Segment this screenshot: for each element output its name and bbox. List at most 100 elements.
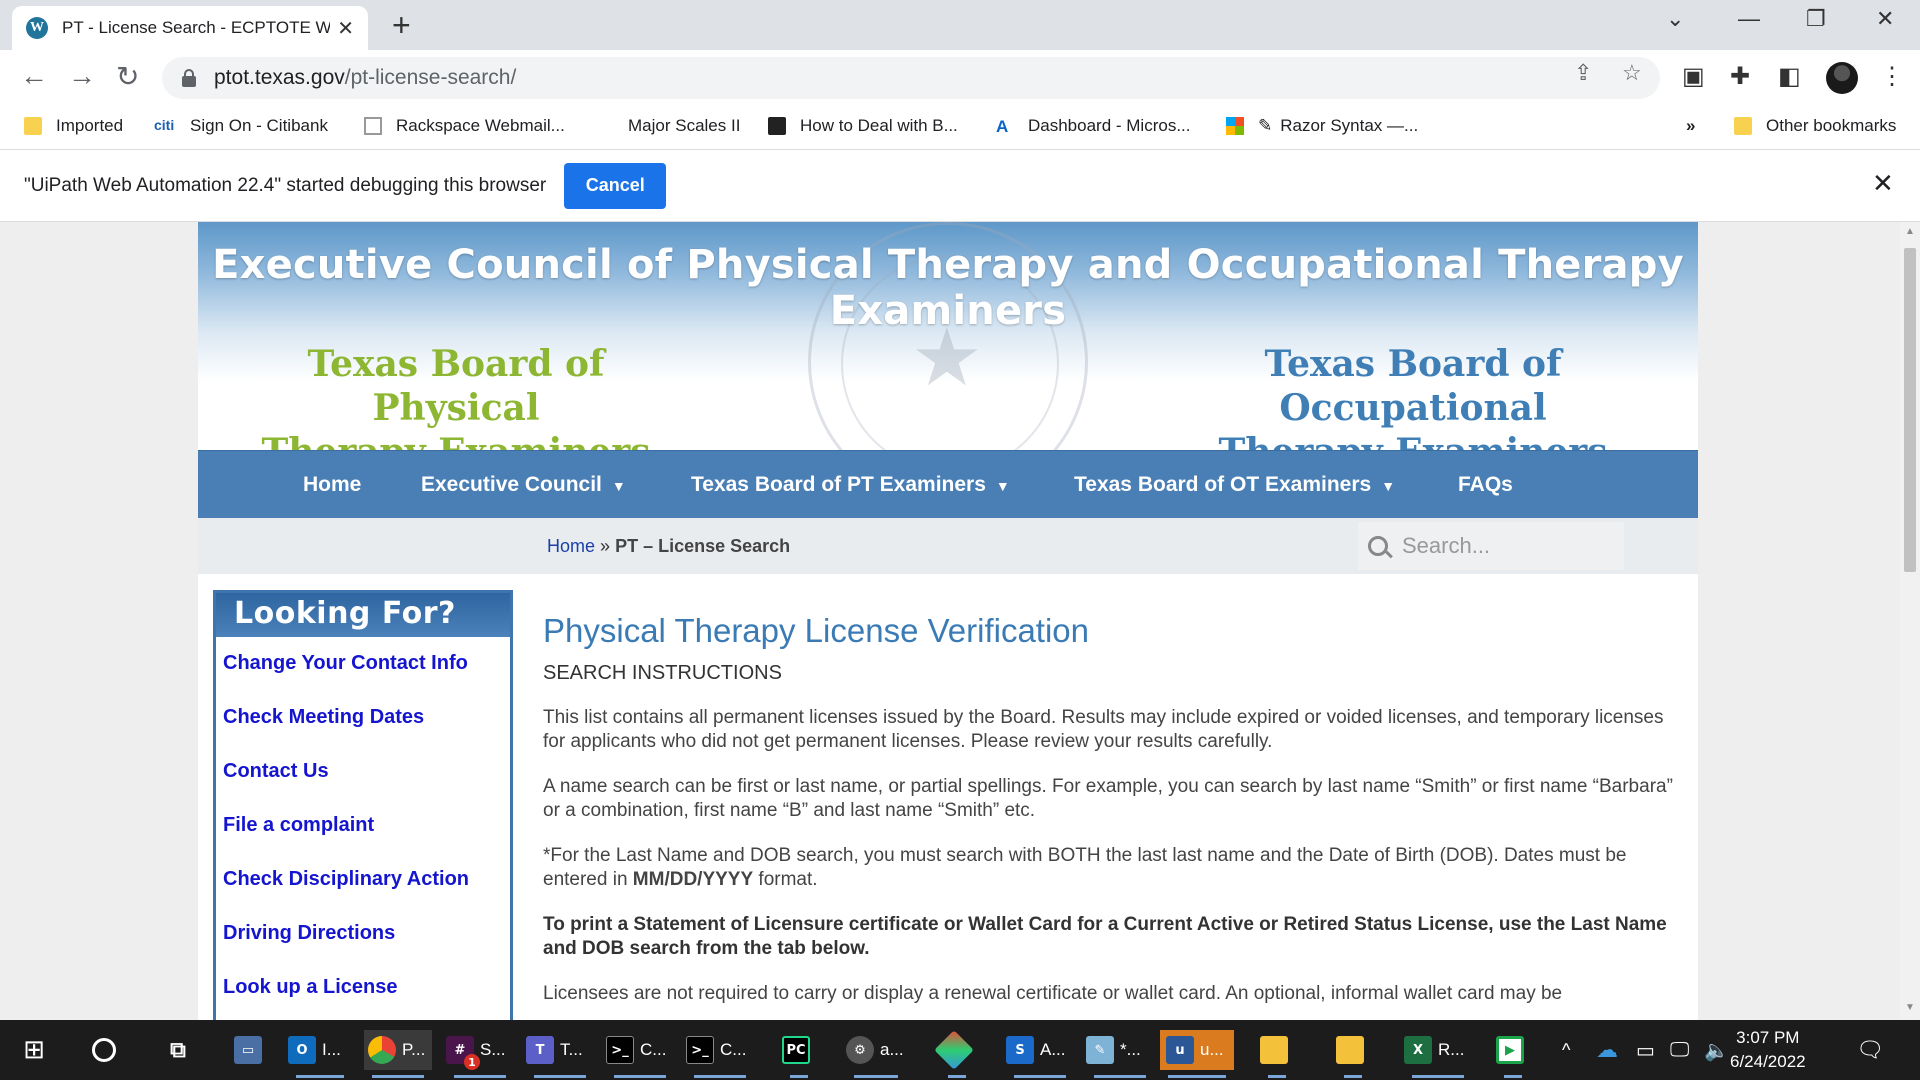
taskbar-app-diamond[interactable] [934,1030,974,1078]
close-tab-icon[interactable]: ✕ [337,16,354,41]
lock-icon[interactable] [182,69,196,87]
bookmark-citibank[interactable]: citi Sign On - Citibank [154,116,328,136]
bookmarks-bar: Imported citi Sign On - Citibank Rackspac… [0,106,1920,150]
restore-icon[interactable]: ❐ [1806,6,1826,32]
ot-board-link[interactable]: Texas Board of Occupational Therapy Exam… [1148,342,1678,450]
search-placeholder: Search... [1402,533,1491,558]
bookmark-rackspace[interactable]: Rackspace Webmail... [364,116,565,136]
extensions-icon[interactable]: ✚ [1730,62,1750,91]
looking-for-sidebar: Looking For? Change Your Contact Info Ch… [213,590,513,1020]
chrome-icon [368,1036,396,1064]
profile-avatar[interactable] [1826,62,1858,94]
bookmark-how-to-deal[interactable]: How to Deal with B... [768,116,958,136]
main-content: Physical Therapy License Verification SE… [543,612,1673,1020]
tab-strip: W PT - License Search - ECPTOTE W ✕ + ⌄ … [0,0,1920,50]
start-button[interactable]: ⊞ [20,1030,54,1070]
taskbar-app-excel[interactable]: X R... [1404,1030,1472,1078]
close-window-icon[interactable]: ✕ [1876,6,1894,32]
forward-icon[interactable]: → [68,60,96,92]
page-scrollbar[interactable]: ▲ ▼ [1900,222,1920,1020]
slack-icon: #1 [446,1036,480,1070]
sidebar-link-file-complaint[interactable]: File a complaint [223,813,510,867]
bookmark-dashboard[interactable]: A Dashboard - Micros... [996,116,1191,136]
taskbar-app-chrome[interactable]: P... [364,1030,432,1078]
share-icon[interactable]: ⇪ [1574,60,1592,86]
tab-search-icon[interactable]: ⌄ [1666,6,1684,32]
uipath-extension-icon[interactable]: ▣ [1682,62,1705,91]
scrollbar-thumb[interactable] [1904,248,1916,572]
s-app-icon: S [1006,1036,1034,1064]
azure-icon: A [996,117,1009,136]
pt-board-link[interactable]: Texas Board of Physical Therapy Examiner… [236,342,676,450]
sidebar-link-contact-us[interactable]: Contact Us [223,759,510,813]
cortana-button[interactable] [92,1030,122,1070]
taskbar-app-s[interactable]: S A... [1006,1030,1074,1078]
taskbar-app-player[interactable]: ▶ [1496,1030,1530,1078]
battery-icon[interactable]: ▭ [1636,1030,1655,1070]
cancel-debugging-button[interactable]: Cancel [564,162,667,209]
onedrive-icon[interactable]: ☁ [1596,1030,1618,1070]
bookmark-imported[interactable]: Imported [24,116,123,136]
back-icon[interactable]: ← [20,60,48,92]
breadcrumb: Home » PT – License Search [547,536,791,556]
sidebar-link-change-contact-info[interactable]: Change Your Contact Info [223,651,510,705]
show-hidden-icons[interactable]: ^ [1562,1030,1570,1070]
network-icon[interactable]: 🖵 [1670,1030,1689,1070]
nav-faqs[interactable]: FAQs [1458,473,1513,497]
citi-icon: citi [154,117,175,133]
taskbar-app-pycharm[interactable]: PC [782,1030,816,1078]
nav-executive-council[interactable]: Executive Council ▼ [421,473,626,497]
terminal-icon: >_ [686,1036,714,1064]
mail-icon [364,117,382,135]
taskbar-app-explorer-1[interactable] [1260,1030,1294,1078]
taskbar-app-notepad[interactable]: ✎ *... [1086,1030,1154,1078]
sidebar-link-driving-directions[interactable]: Driving Directions [223,921,510,975]
taskbar-app-console-2[interactable]: >_ C... [686,1030,754,1078]
sidebar-link-look-up-license[interactable]: Look up a License [223,975,510,1020]
system-clock[interactable]: 3:07 PM 6/24/2022 [1730,1026,1806,1074]
task-view-button[interactable]: ⧉ [164,1030,198,1070]
scroll-down-icon[interactable]: ▼ [1905,1002,1915,1013]
bookmark-razor-syntax[interactable]: ✎ Razor Syntax —... [1226,116,1418,136]
side-panel-icon[interactable]: ◧ [1778,62,1801,91]
taskbar-app-gear[interactable]: ⚙ a... [846,1030,906,1078]
reload-icon[interactable]: ↻ [116,60,139,93]
volume-icon[interactable]: 🔈 [1704,1030,1729,1070]
notifications-icon[interactable]: 🗨 [1856,1030,1884,1070]
windows-taskbar: ⊞ ⧉ ▭ O I... P... #1 S... T T... >_ C... >_ C… [0,1020,1920,1080]
terminal-icon: >_ [606,1036,634,1064]
site-search-input[interactable]: Search... [1358,522,1624,570]
bookmark-star-icon[interactable]: ☆ [1622,60,1642,86]
taskbar-app-uipath[interactable]: u u... [1160,1030,1234,1078]
breadcrumb-home-link[interactable]: Home [547,536,595,556]
bookmarks-overflow-button[interactable]: » [1686,116,1695,136]
menu-kebab-icon[interactable]: ⋮ [1880,62,1904,91]
sidebar-link-disciplinary-action[interactable]: Check Disciplinary Action [223,867,510,921]
address-bar[interactable]: ptot.texas.gov/pt-license-search/ [162,57,1660,99]
bookmark-other[interactable]: Other bookmarks [1734,116,1896,136]
taskbar-app-explorer-2[interactable] [1336,1030,1370,1078]
taskbar-app-outlook[interactable]: O I... [288,1030,352,1078]
taskbar-app-console-1[interactable]: >_ C... [606,1030,674,1078]
play-icon: ▶ [1496,1036,1524,1064]
nav-pt-board[interactable]: Texas Board of PT Examiners ▼ [691,473,1010,497]
url-text[interactable]: ptot.texas.gov/pt-license-search/ [214,66,516,90]
folder-icon [1336,1036,1364,1064]
nav-home[interactable]: Home [303,473,361,497]
nav-ot-board[interactable]: Texas Board of OT Examiners ▼ [1074,473,1395,497]
breadcrumb-bar: Home » PT – License Search Search... [198,518,1698,574]
sidebar-link-check-meeting-dates[interactable]: Check Meeting Dates [223,705,510,759]
taskbar-app-laptop[interactable]: ▭ [234,1030,268,1070]
new-tab-icon[interactable]: + [392,8,411,42]
scroll-up-icon[interactable]: ▲ [1905,226,1915,237]
microsoft-icon [1226,117,1244,135]
taskbar-app-slack[interactable]: #1 S... [446,1030,514,1078]
taskbar-app-teams[interactable]: T T... [526,1030,594,1078]
browser-tab[interactable]: W PT - License Search - ECPTOTE W ✕ [12,6,368,50]
close-infobar-icon[interactable]: ✕ [1872,168,1894,199]
cortana-icon [92,1038,116,1062]
breadcrumb-current: PT – License Search [615,536,791,556]
bookmark-major-scales[interactable]: Major Scales II [628,116,740,136]
folder-icon [1734,117,1752,135]
minimize-icon[interactable]: — [1738,6,1760,32]
